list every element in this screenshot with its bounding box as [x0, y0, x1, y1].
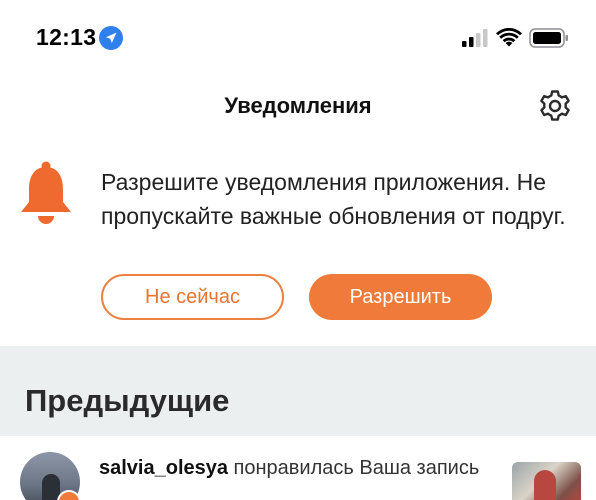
- battery-icon: [529, 28, 568, 48]
- allow-button[interactable]: Разрешить: [309, 274, 492, 320]
- gear-icon[interactable]: [537, 88, 573, 124]
- bell-icon: [21, 161, 71, 224]
- wifi-icon: [496, 28, 522, 47]
- section-title-previous: Предыдущие: [25, 383, 230, 418]
- permission-prompt-text: Разрешите уведомления приложения. Не про…: [101, 169, 566, 229]
- cellular-signal-icon: [462, 29, 488, 47]
- thumbnail-figure: [534, 470, 556, 500]
- status-bar: 12:13: [0, 0, 596, 70]
- location-arrow-icon: [99, 26, 123, 50]
- page-title: Уведомления: [224, 93, 372, 118]
- status-time: 12:13: [36, 24, 97, 50]
- notification-username[interactable]: salvia_olesya: [99, 457, 228, 479]
- not-now-button[interactable]: Не сейчас: [101, 274, 284, 320]
- notification-action: понравилась Ваша запись: [228, 457, 480, 479]
- post-thumbnail[interactable]: [512, 462, 581, 500]
- notification-text[interactable]: salvia_olesya понравилась Ваша запись: [99, 455, 489, 482]
